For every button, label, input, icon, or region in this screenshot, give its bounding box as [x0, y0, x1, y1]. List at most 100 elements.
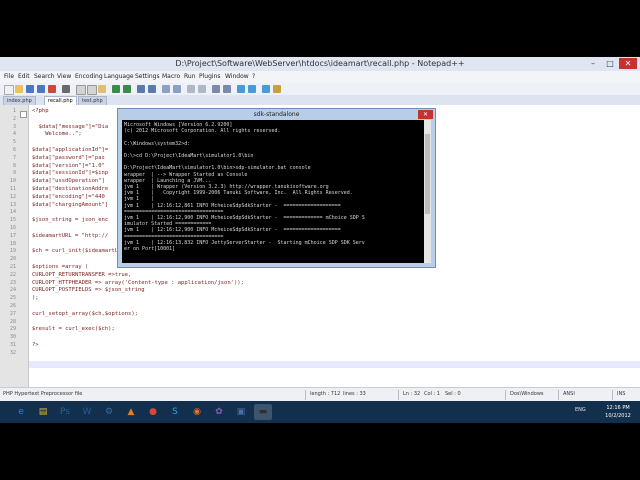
- sync-scroll-icon[interactable]: [187, 85, 195, 93]
- word-icon[interactable]: W: [78, 404, 96, 420]
- settings-icon[interactable]: ✿: [210, 404, 228, 420]
- console-line: jvm 1 |: [124, 196, 155, 203]
- code-line: $options =array (: [32, 264, 89, 270]
- language-indicator[interactable]: ENG: [575, 407, 586, 413]
- console-line: jvm 1 | 12:16:12,900 INFO McheiceSdpSdkS…: [124, 227, 341, 234]
- line-number: 13: [9, 201, 16, 208]
- menu-encoding[interactable]: Encoding: [75, 72, 103, 82]
- console-window[interactable]: sdk-standalone ✕ Microsoft Windows [Vers…: [117, 108, 436, 268]
- console-line: Microsoft Windows [Version 6.2.9200]: [124, 122, 233, 128]
- copy-icon[interactable]: [87, 85, 97, 95]
- cut-icon[interactable]: [76, 85, 86, 95]
- macro-save-icon[interactable]: [273, 85, 281, 93]
- zoom-in-icon[interactable]: [162, 85, 170, 93]
- cmd-icon[interactable]: ▬: [254, 404, 272, 420]
- console-output[interactable]: Microsoft Windows [Version 6.2.9200] (c) …: [122, 120, 424, 263]
- tab-test[interactable]: test.php: [78, 96, 107, 105]
- clock[interactable]: 12:16 PM 10/2/2012: [601, 404, 635, 420]
- show-all-chars-icon[interactable]: [223, 85, 231, 93]
- menu-run[interactable]: Run: [184, 72, 196, 82]
- skype-icon[interactable]: S: [166, 404, 184, 420]
- code-line: CURLOPT_RETURNTRANSFER =>true,: [32, 271, 132, 278]
- ie-icon[interactable]: e: [12, 404, 30, 420]
- chrome-icon[interactable]: ●: [144, 404, 162, 420]
- code-line: curl_setopt_array($ch,$options);: [32, 310, 138, 317]
- fold-marker-icon[interactable]: [20, 111, 27, 118]
- find-icon[interactable]: [137, 85, 145, 93]
- tab-index[interactable]: index.php: [3, 96, 36, 105]
- new-file-icon[interactable]: [4, 85, 14, 95]
- network-icon[interactable]: ⚙: [100, 404, 118, 420]
- undo-icon[interactable]: [112, 85, 120, 93]
- menu-language[interactable]: Language: [104, 72, 134, 82]
- console-scrollbar[interactable]: [424, 120, 431, 263]
- code-line: CURLOPT_HTTPHEADER => array('Content-typ…: [32, 279, 244, 286]
- status-length: length : 712: [310, 391, 341, 397]
- print-icon[interactable]: [62, 85, 70, 93]
- menu-help[interactable]: ?: [252, 72, 255, 82]
- status-separator: [305, 390, 306, 400]
- menu-plugins[interactable]: Plugins: [199, 72, 221, 82]
- word-wrap-icon[interactable]: [198, 85, 206, 93]
- console-line: jvm 1 | 12:16:12,900 INFO McheiceSdpSdkS…: [124, 215, 365, 221]
- zoom-out-icon[interactable]: [173, 85, 181, 93]
- line-number: 5: [12, 139, 16, 146]
- vlc-icon[interactable]: ▲: [122, 404, 140, 420]
- line-number: 25: [9, 295, 16, 302]
- macro-play-icon[interactable]: [248, 85, 256, 93]
- code-line: $ideamartURL = "http://: [32, 232, 109, 239]
- tab-recall[interactable]: recall.php: [44, 96, 77, 105]
- media-icon[interactable]: ▣: [232, 404, 250, 420]
- current-line-highlight: [29, 361, 640, 368]
- status-encoding: ANSI: [563, 391, 575, 397]
- line-number: 9: [12, 170, 16, 177]
- console-line: wrapper | Launching a JVM...: [124, 177, 212, 184]
- menu-view[interactable]: View: [57, 72, 71, 82]
- console-line: C:\Windows\system32>d:: [124, 140, 191, 147]
- code-line: <?php: [32, 108, 49, 114]
- line-number: 29: [9, 326, 16, 333]
- close-file-icon[interactable]: [48, 85, 56, 93]
- open-file-icon[interactable]: [15, 85, 23, 93]
- status-eol: Dos\Windows: [510, 391, 544, 397]
- save-all-icon[interactable]: [37, 85, 45, 93]
- code-line: $data["message"]="Dia: [32, 123, 109, 130]
- code-line: $data["chargingAmount"]: [32, 201, 109, 208]
- redo-icon[interactable]: [123, 85, 131, 93]
- maximize-button[interactable]: □: [602, 58, 618, 69]
- save-icon[interactable]: [26, 85, 34, 93]
- minimize-button[interactable]: –: [585, 58, 601, 69]
- code-line: $result = curl_exec($ch);: [32, 326, 115, 333]
- indent-guide-icon[interactable]: [212, 85, 220, 93]
- menu-edit[interactable]: Edit: [18, 72, 30, 82]
- console-scroll-thumb[interactable]: [425, 134, 430, 214]
- taskbar: e ▤ Ps W ⚙ ▲ ● S ◉ ✿ ▣ ▬ ENG 12:16 PM 10/2/2012: [0, 401, 640, 423]
- line-number: 16: [9, 225, 16, 231]
- macro-run-icon[interactable]: [262, 85, 270, 93]
- line-number: 24: [9, 287, 16, 294]
- explorer-icon[interactable]: ▤: [34, 404, 52, 420]
- console-line: wrapper | --> Wrapper Started as Console: [124, 171, 248, 178]
- ps-icon[interactable]: Ps: [56, 404, 74, 420]
- status-selection: Sel : 0: [445, 391, 461, 397]
- menu-macro[interactable]: Macro: [162, 72, 180, 82]
- menu-search[interactable]: Search: [34, 72, 55, 82]
- firefox-icon[interactable]: ◉: [188, 404, 206, 420]
- window-title: D:\Project\Software\WebServer\htdocs\ide…: [175, 59, 465, 68]
- replace-icon[interactable]: [148, 85, 156, 93]
- menu-file[interactable]: File: [4, 72, 14, 82]
- macro-record-icon[interactable]: [237, 85, 245, 93]
- line-number: 3: [12, 123, 16, 130]
- line-number: 14: [9, 209, 16, 216]
- paste-icon[interactable]: [98, 85, 106, 93]
- console-close-button[interactable]: ✕: [418, 110, 433, 119]
- menu-settings[interactable]: Settings: [135, 72, 160, 82]
- code-line: $data["destinationAddre: [32, 186, 109, 192]
- letterbox-top: [0, 0, 640, 57]
- menu-window[interactable]: Window: [225, 72, 249, 82]
- code-line: $data["sessionId"]=$inp: [32, 170, 109, 177]
- letterbox-bottom: [0, 423, 640, 480]
- console-line: imulator Started ============: [124, 221, 212, 228]
- close-button[interactable]: ✕: [619, 58, 637, 69]
- console-line: =================================: [124, 208, 224, 215]
